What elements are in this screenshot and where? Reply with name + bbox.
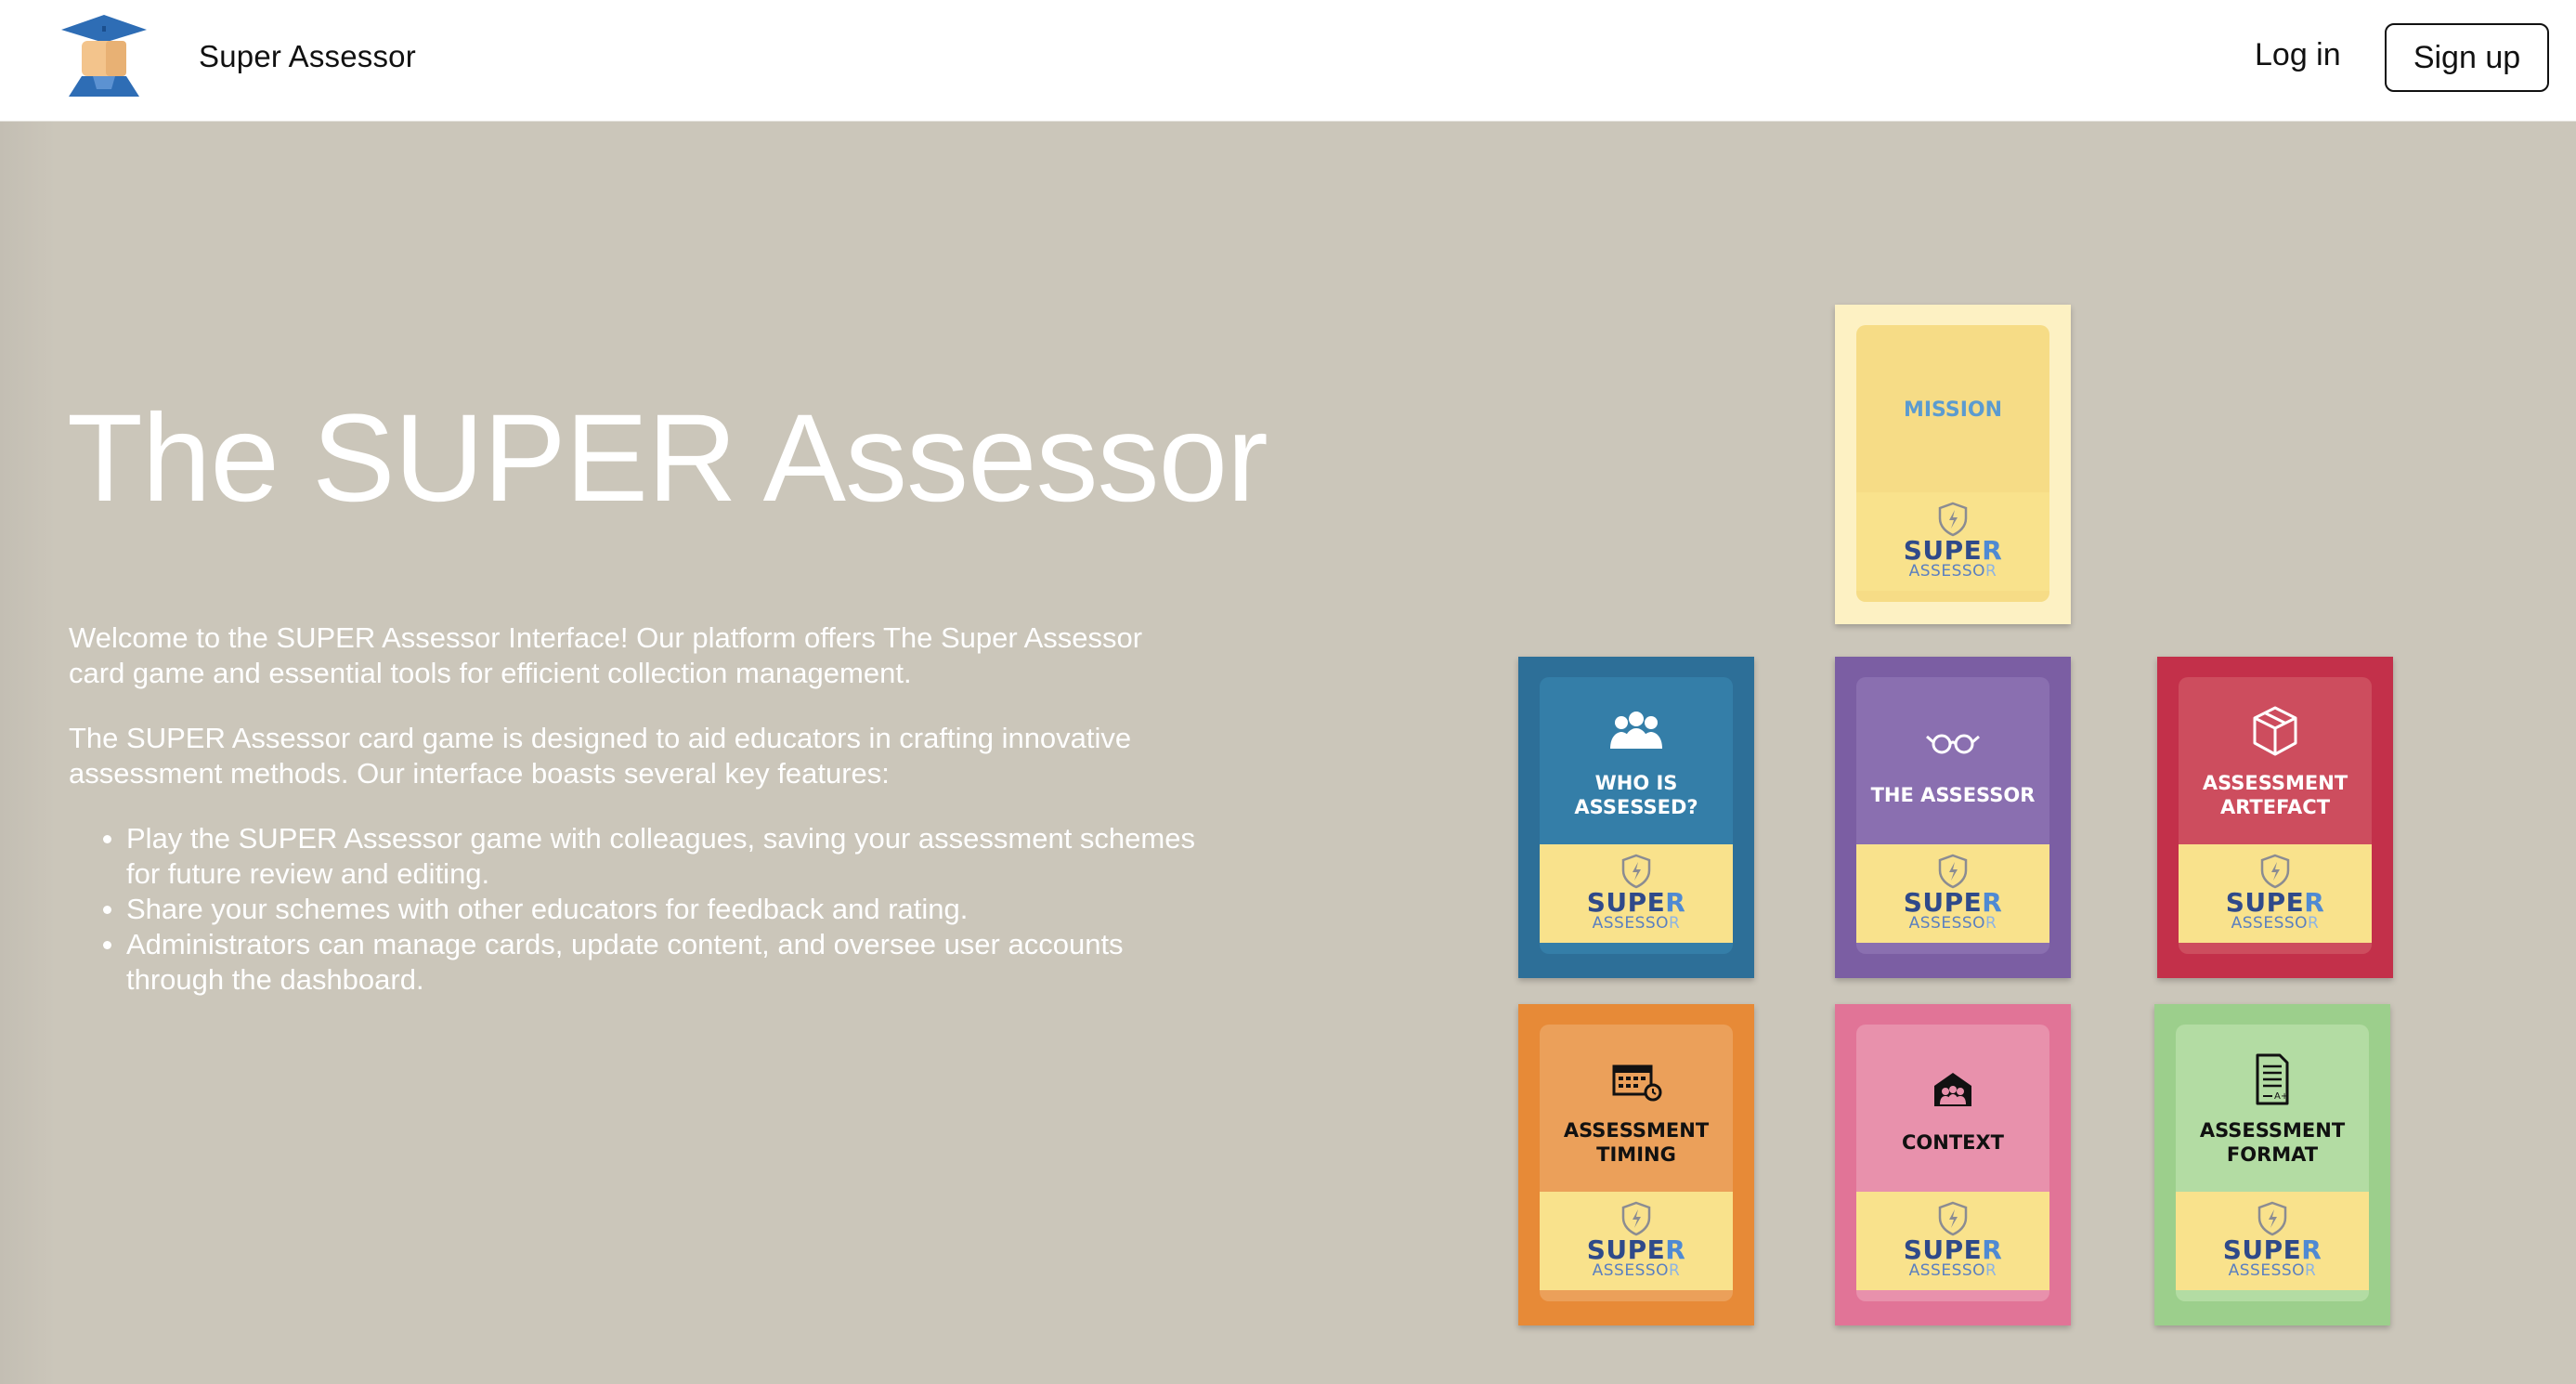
card-title: WHO IS ASSESSED? xyxy=(1574,772,1698,818)
card-brand-strip: SUPER ASSESSOR xyxy=(1856,492,2049,591)
hero-title: The SUPER Assessor xyxy=(67,389,1268,528)
classroom-icon xyxy=(1934,1073,1971,1106)
card-context[interactable]: CONTEXT SUPER ASSESSOR xyxy=(1835,1004,2071,1325)
card-brand-strip: SUPER ASSESSOR xyxy=(1856,844,2049,943)
card-title: ASSESSMENT ARTEFACT xyxy=(2202,772,2348,818)
people-icon xyxy=(1610,712,1662,749)
shield-icon xyxy=(1938,502,1968,537)
logo-icon[interactable] xyxy=(59,13,149,97)
card-title: ASSESSMENT TIMING xyxy=(1563,1119,1710,1166)
card-brand-strip: SUPER ASSESSOR xyxy=(1540,1192,1733,1290)
card-brand-strip: SUPER ASSESSOR xyxy=(1856,1192,2049,1290)
feature-item: Play the SUPER Assessor game with collea… xyxy=(103,821,1203,892)
card-title: THE ASSESSOR xyxy=(1870,784,2036,806)
shield-icon xyxy=(2257,1201,2287,1236)
shield-icon xyxy=(1938,1201,1968,1236)
card-who-is-assessed[interactable]: WHO IS ASSESSED? SUPER ASSESSOR xyxy=(1518,657,1754,978)
card-assessment-artefact[interactable]: ASSESSMENT ARTEFACT SUPER ASSESSOR xyxy=(2157,657,2393,978)
card-assessment-format[interactable]: A+ ASSESSMENT FORMAT SUPER ASSESSOR xyxy=(2154,1004,2390,1325)
card-mission[interactable]: MISSION SUPER ASSESSOR xyxy=(1835,305,2071,624)
super-word: SUPER xyxy=(1586,1234,1686,1265)
card-title: ASSESSMENT FORMAT xyxy=(2199,1119,2346,1166)
shield-icon xyxy=(1938,854,1968,889)
card-brand-strip: SUPER ASSESSOR xyxy=(2176,1192,2369,1290)
intro-paragraph-features: The SUPER Assessor card game is designed… xyxy=(69,722,1132,790)
super-word: SUPER xyxy=(2222,1234,2322,1265)
super-word: SUPER xyxy=(1903,887,2003,918)
card-title: MISSION xyxy=(1903,398,2003,422)
feature-item: Administrators can manage cards, update … xyxy=(103,927,1203,998)
super-word: SUPER xyxy=(1586,887,1686,918)
shield-icon xyxy=(1621,1201,1651,1236)
super-word: SUPER xyxy=(2225,887,2325,918)
brand-name[interactable]: Super Assessor xyxy=(199,39,416,74)
feature-list: Play the SUPER Assessor game with collea… xyxy=(103,821,1203,998)
assessor-word: ASSESSOR xyxy=(1908,1261,1997,1280)
shield-icon xyxy=(1621,854,1651,889)
assessor-word: ASSESSOR xyxy=(1908,562,1997,581)
assessor-word: ASSESSOR xyxy=(2228,1261,2317,1280)
card-brand-strip: SUPER ASSESSOR xyxy=(2179,844,2372,943)
assessor-word: ASSESSOR xyxy=(2231,914,2320,933)
document-icon: A+ xyxy=(2256,1053,2289,1105)
intro-paragraph: Welcome to the SUPER Assessor Interface!… xyxy=(69,621,1143,689)
super-word: SUPER xyxy=(1903,535,2003,566)
signup-button[interactable]: Sign up xyxy=(2385,23,2549,92)
super-word: SUPER xyxy=(1903,1234,2003,1265)
login-link[interactable]: Log in xyxy=(2255,37,2341,73)
assessor-word: ASSESSOR xyxy=(1592,914,1681,933)
glasses-icon xyxy=(1926,734,1980,754)
card-title: CONTEXT xyxy=(1901,1131,2005,1154)
shield-icon xyxy=(2260,854,2290,889)
svg-text:A+: A+ xyxy=(2274,1091,2288,1102)
card-the-assessor[interactable]: THE ASSESSOR SUPER ASSESSOR xyxy=(1835,657,2071,978)
assessor-word: ASSESSOR xyxy=(1592,1261,1681,1280)
assessor-word: ASSESSOR xyxy=(1908,914,1997,933)
box-icon xyxy=(2253,706,2297,756)
calendar-icon xyxy=(1612,1064,1662,1102)
navbar: Super Assessor Log in Sign up xyxy=(0,0,2576,122)
feature-item: Share your schemes with other educators … xyxy=(103,892,1203,927)
card-assessment-timing[interactable]: ASSESSMENT TIMING SUPER ASSESSOR xyxy=(1518,1004,1754,1325)
card-brand-strip: SUPER ASSESSOR xyxy=(1540,844,1733,943)
